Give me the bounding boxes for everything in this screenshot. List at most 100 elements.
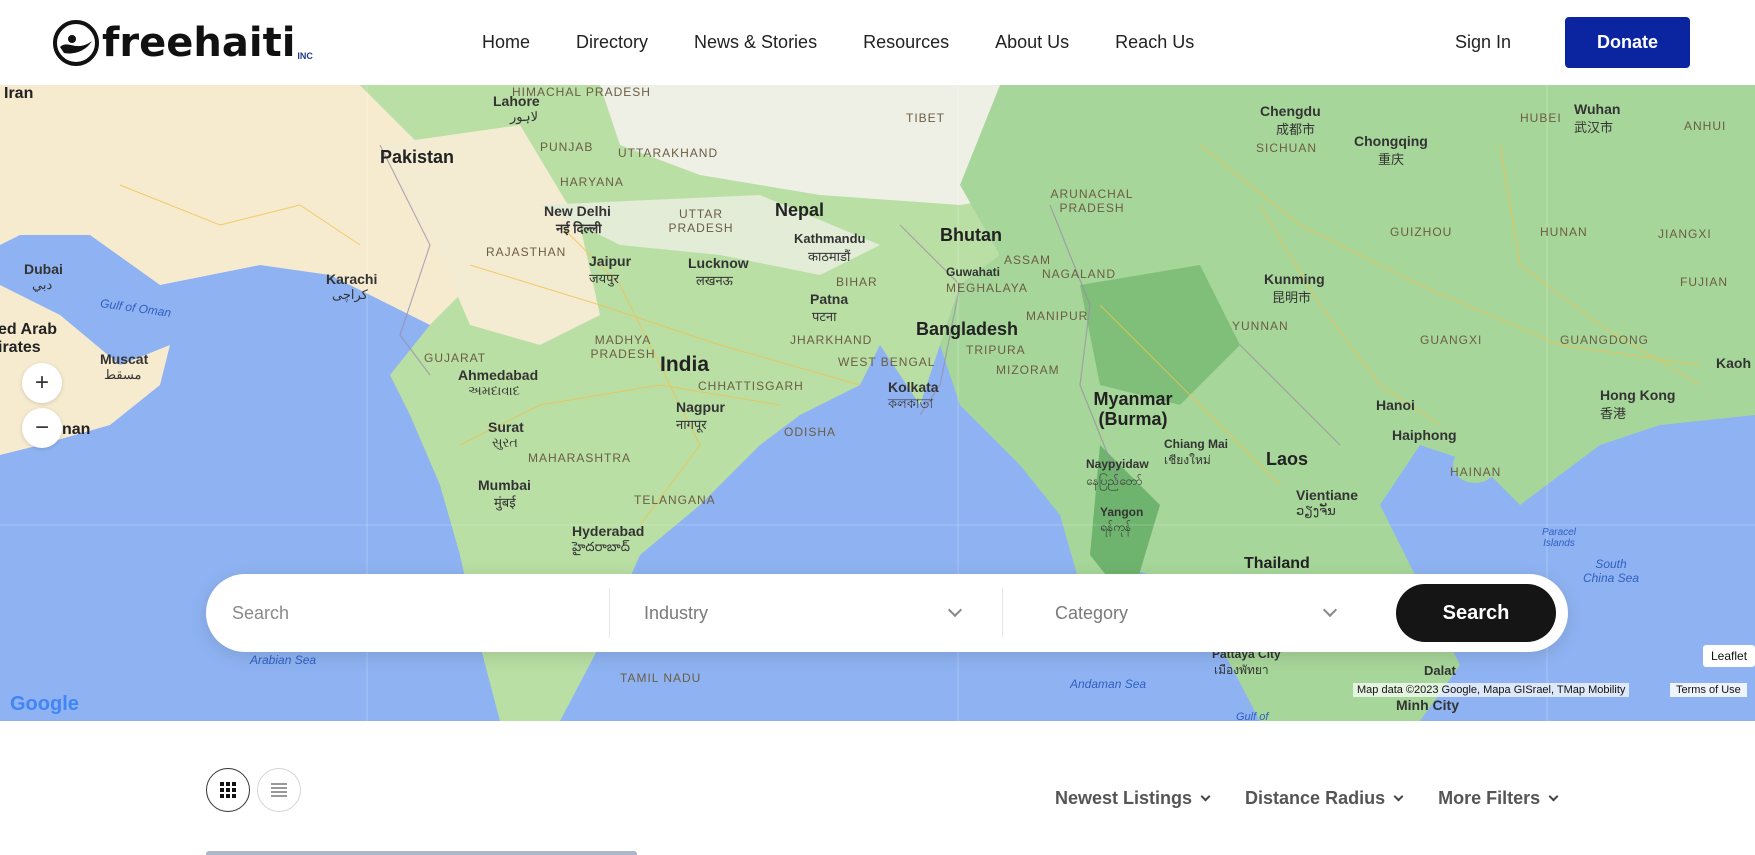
map-city-new-delhi: New Delhi xyxy=(544,203,611,219)
map-region-nagaland: NAGALAND xyxy=(1042,267,1117,281)
zoom-out-button[interactable]: − xyxy=(22,408,62,448)
map-label-bhutan: Bhutan xyxy=(940,225,1002,245)
map-city-dubai-native: دبي xyxy=(32,277,53,292)
map-city-mumbai-native: मुंबई xyxy=(494,495,516,510)
more-filters-label: More Filters xyxy=(1438,788,1541,808)
map-city-kathmandu-native: काठमाडौं xyxy=(808,249,851,264)
nav-resources[interactable]: Resources xyxy=(863,32,949,53)
map-label-india: India xyxy=(660,353,710,376)
map-city-kaoh: Kaoh xyxy=(1716,355,1751,371)
map-city-chiang-mai: Chiang Mai xyxy=(1164,437,1229,451)
map-city-new-delhi-native: नई दिल्ली xyxy=(556,221,602,236)
industry-select[interactable]: Industry xyxy=(644,574,984,652)
map-city-jaipur: Jaipur xyxy=(589,253,632,269)
listing-filters: Newest Listings Distance Radius More Fil… xyxy=(1055,788,1593,809)
map-city-vientiane-native: ວຽງຈັນ xyxy=(1296,503,1336,518)
newest-listings-dropdown[interactable]: Newest Listings xyxy=(1055,788,1211,809)
donate-button[interactable]: Donate xyxy=(1565,17,1690,68)
chevron-down-icon xyxy=(1548,791,1559,802)
map-city-patna: Patna xyxy=(810,291,849,307)
map-city-wuhan-native: 武汉市 xyxy=(1574,120,1614,135)
map-city-muscat-native: مسقط xyxy=(104,367,142,382)
search-input[interactable] xyxy=(232,596,592,630)
map-region-guangxi: GUANGXI xyxy=(1420,333,1483,347)
map-region-guizhou: GUIZHOU xyxy=(1390,225,1453,239)
nav-home[interactable]: Home xyxy=(482,32,530,53)
search-divider xyxy=(1002,588,1003,638)
map-city-nagpur-native: नागपूर xyxy=(676,417,707,432)
main-nav: Home Directory News & Stories Resources … xyxy=(482,0,1240,85)
map-city-surat: Surat xyxy=(488,419,524,435)
map-region-tripura: TRIPURA xyxy=(966,343,1026,357)
map-region-anhui: ANHUI xyxy=(1684,119,1727,133)
map-zoom-controls: + − xyxy=(22,363,62,453)
category-select-label: Category xyxy=(1055,602,1129,623)
map-city-kolkata-native: কলকাতা xyxy=(888,396,934,411)
nav-directory[interactable]: Directory xyxy=(576,32,648,53)
map-city-ahmedabad: Ahmedabad xyxy=(458,367,539,383)
map-city-chongqing-native: 重庆 xyxy=(1378,152,1405,167)
map-city-karachi-native: کراچی xyxy=(332,287,368,302)
map-sea-paracel: Paracel Islands xyxy=(1542,527,1576,549)
map-city-lucknow-native: लखनऊ xyxy=(696,273,733,288)
map-sea-arabian: Arabian Sea xyxy=(250,653,317,667)
map-label-iran: Iran xyxy=(4,85,34,102)
map-city-hong-kong-native: 香港 xyxy=(1600,406,1627,421)
list-icon xyxy=(271,783,287,797)
map-label-pakistan: Pakistan xyxy=(380,147,455,167)
zoom-in-button[interactable]: + xyxy=(22,363,62,403)
map-city-kathmandu: Kathmandu xyxy=(794,231,866,246)
newest-listings-label: Newest Listings xyxy=(1055,788,1193,808)
map-data-attribution: Map data ©2023 Google, Mapa GISrael, TMa… xyxy=(1353,683,1630,697)
map-city-surat-native: સુરત xyxy=(492,435,518,450)
map-city-wuhan: Wuhan xyxy=(1574,101,1621,117)
map-label-edge-2: irates xyxy=(0,339,41,356)
brand-logo[interactable]: freehaiti INC xyxy=(52,17,313,67)
nav-news-stories[interactable]: News & Stories xyxy=(694,32,817,53)
nav-reach-us[interactable]: Reach Us xyxy=(1115,32,1194,53)
map-city-chongqing: Chongqing xyxy=(1354,133,1428,149)
map-region-hubei: HUBEI xyxy=(1520,111,1562,125)
chevron-down-icon xyxy=(1393,791,1404,802)
listing-card-image[interactable] xyxy=(206,851,637,855)
map-label-edge-3: nan xyxy=(62,421,91,438)
map-region-punjab: PUNJAB xyxy=(540,140,594,154)
map-region-himachal: HIMACHAL PRADESH xyxy=(512,85,651,99)
map-region-uttar-pradesh: UTTAR PRADESH xyxy=(668,207,734,235)
map-city-ahmedabad-native: અમદાવાદ xyxy=(468,383,520,398)
distance-radius-dropdown[interactable]: Distance Radius xyxy=(1245,788,1404,809)
map-label-nepal: Nepal xyxy=(775,200,825,220)
terms-of-use-link[interactable]: Terms of Use xyxy=(1670,683,1747,697)
map-label-thailand: Thailand xyxy=(1244,555,1310,572)
map-region-meghalaya: MEGHALAYA xyxy=(946,281,1028,295)
map-region-tamil-nadu: TAMIL NADU xyxy=(620,671,702,685)
map-city-naypyidaw: Naypyidaw xyxy=(1086,457,1149,471)
map-city-kolkata: Kolkata xyxy=(888,379,939,395)
grid-view-toggle[interactable] xyxy=(206,768,250,812)
map-region-jiangxi: JIANGXI xyxy=(1658,227,1712,241)
search-button[interactable]: Search xyxy=(1396,584,1556,642)
brand-name: freehaiti xyxy=(102,20,296,66)
map-city-guwahati: Guwahati xyxy=(946,265,1001,279)
chevron-down-icon xyxy=(1200,791,1211,802)
map-region-odisha: ODISHA xyxy=(784,425,837,439)
sign-in-link[interactable]: Sign In xyxy=(1455,0,1511,85)
map-region-tibet: TIBET xyxy=(906,111,946,125)
map-city-yangon-native: ရန်ကုန် xyxy=(1100,520,1132,534)
list-view-toggle[interactable] xyxy=(257,768,301,812)
map-region-west-bengal: WEST BENGAL xyxy=(838,355,936,369)
map-region-mizoram: MIZORAM xyxy=(996,363,1060,377)
map-city-dalat: Dalat xyxy=(1424,663,1456,678)
nav-about-us[interactable]: About Us xyxy=(995,32,1069,53)
map-region-assam: ASSAM xyxy=(1004,253,1052,267)
leaflet-attribution-link[interactable]: Leaflet xyxy=(1703,645,1755,667)
site-header: freehaiti INC Home Directory News & Stor… xyxy=(0,0,1755,85)
more-filters-dropdown[interactable]: More Filters xyxy=(1438,788,1559,809)
distance-radius-label: Distance Radius xyxy=(1245,788,1386,808)
map-region-bihar: BIHAR xyxy=(836,275,878,289)
map-region-rajasthan: RAJASTHAN xyxy=(486,245,567,259)
map-city-hong-kong: Hong Kong xyxy=(1600,387,1676,403)
category-select[interactable]: Category xyxy=(1055,574,1391,652)
google-logo: Google xyxy=(10,693,79,715)
map-region-arunachal: ARUNACHAL PRADESH xyxy=(1050,187,1134,215)
